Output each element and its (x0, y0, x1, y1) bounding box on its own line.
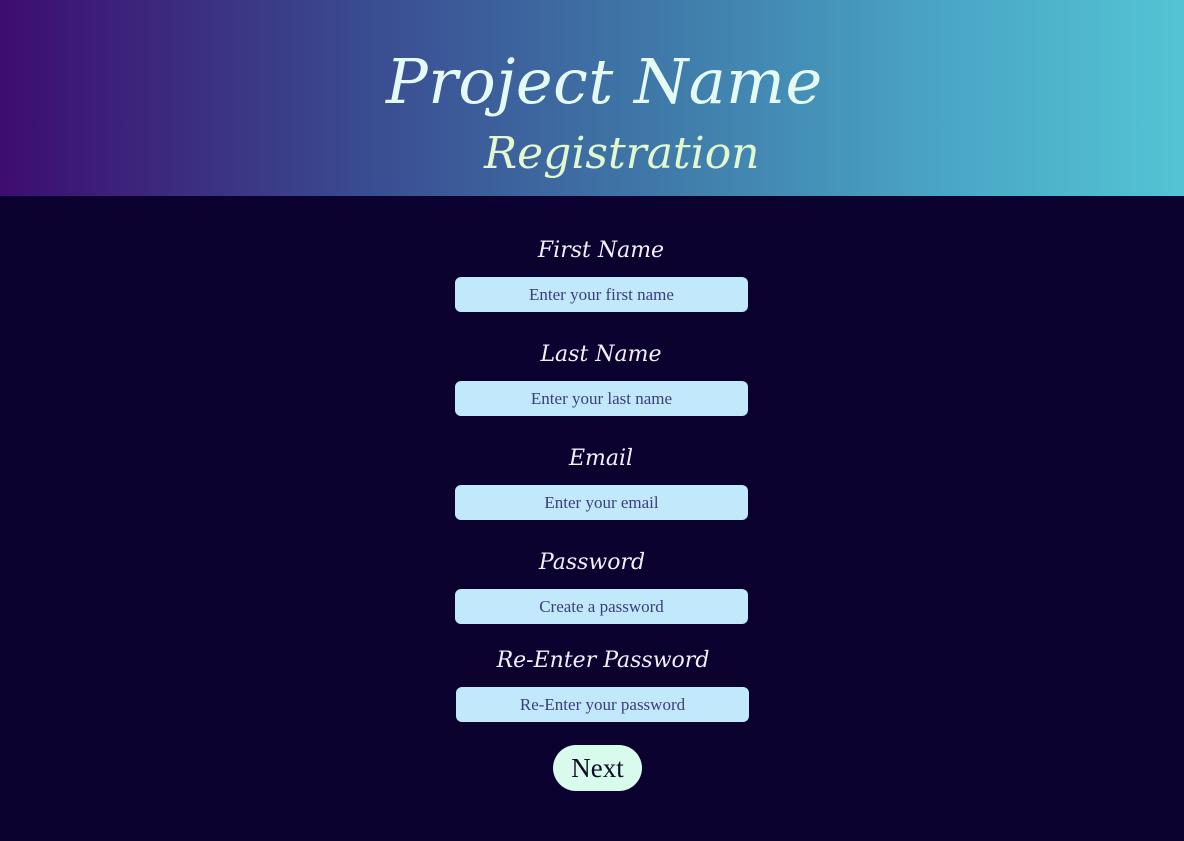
project-title: Project Name (386, 45, 823, 118)
confirm-password-label: Re-Enter Password (496, 648, 710, 673)
password-input[interactable] (455, 589, 748, 624)
registration-page: Project Name Registration First Name Las… (0, 0, 1184, 841)
next-button[interactable]: Next (553, 745, 642, 791)
page-title: Registration (484, 128, 760, 179)
first-name-label: First Name (537, 238, 665, 263)
header-banner: Project Name Registration (0, 0, 1184, 196)
email-label: Email (568, 446, 634, 471)
email-input[interactable] (455, 485, 748, 520)
password-label: Password (538, 550, 646, 575)
last-name-input[interactable] (455, 381, 748, 416)
last-name-label: Last Name (540, 342, 662, 367)
first-name-input[interactable] (455, 277, 748, 312)
confirm-password-input[interactable] (456, 687, 749, 722)
